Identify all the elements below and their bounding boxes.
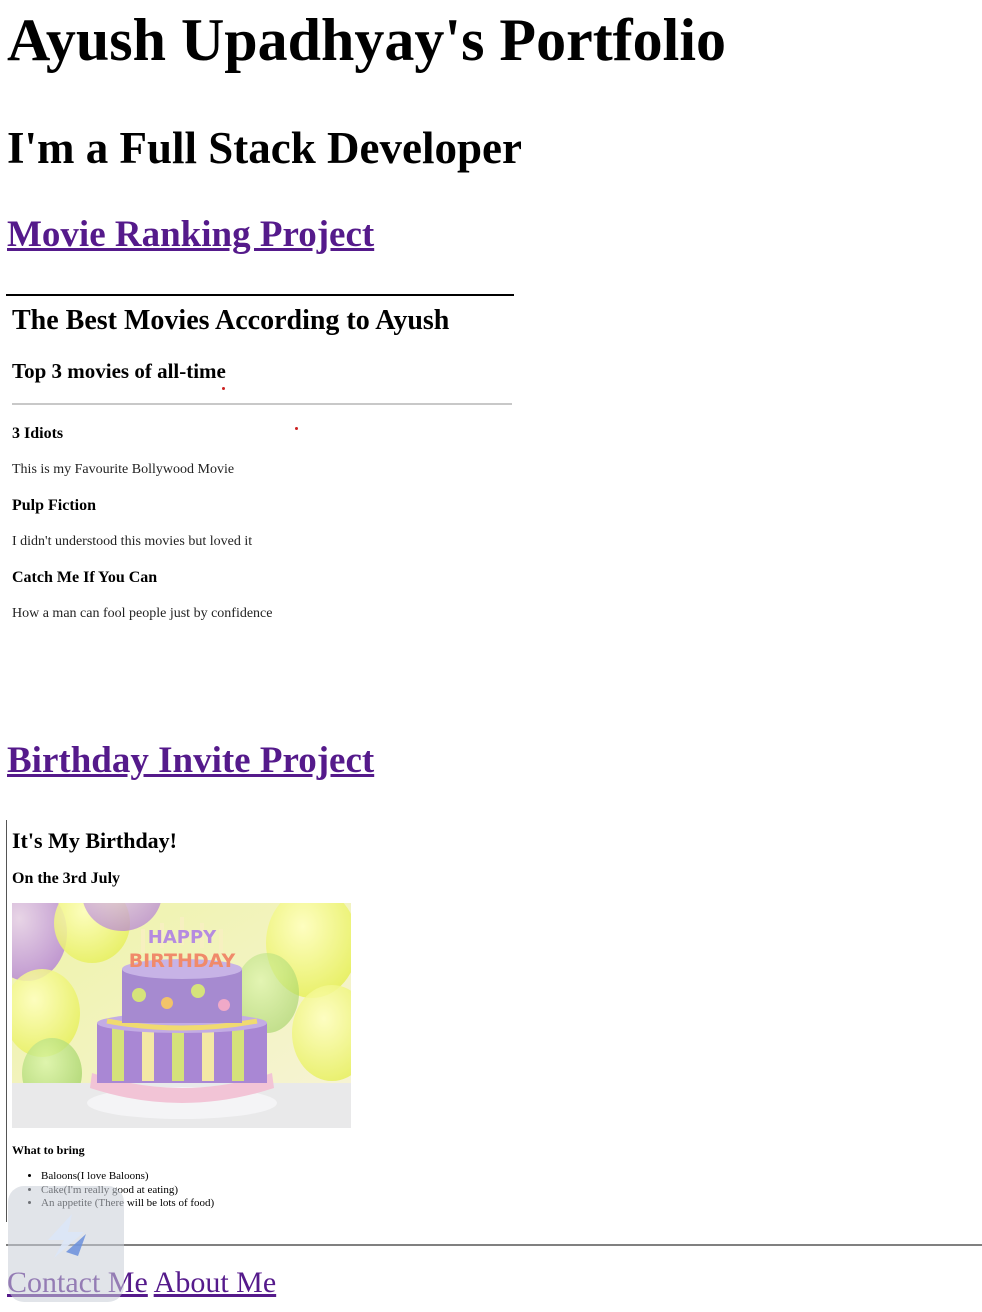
page-subtitle: I'm a Full Stack Developer (7, 123, 522, 173)
page-title: Ayush Upadhyay's Portfolio (7, 7, 727, 73)
cake-text-bottom: BIRTHDAY (129, 950, 236, 972)
list-item: Baloons(I love Baloons) (41, 1170, 214, 1184)
birthday-project-iframe[interactable]: It's My Birthday! On the 3rd July HAPPY … (6, 820, 407, 1222)
app-logo-icon[interactable] (8, 1186, 124, 1302)
movie-heading: The Best Movies According to Ayush (12, 305, 450, 336)
movie-description: This is my Favourite Bollywood Movie (12, 462, 235, 477)
what-to-bring-heading: What to bring (12, 1143, 85, 1157)
movie-divider (12, 403, 512, 405)
footer-divider (6, 1244, 982, 1246)
movie-subheading: Top 3 movies of all-time (12, 359, 226, 383)
movie-title: Pulp Fiction (12, 497, 97, 514)
birthday-cake-image: HAPPY BIRTHDAY (12, 903, 351, 1128)
movie-title: Catch Me If You Can (12, 569, 158, 586)
movie-description: How a man can fool people just by confid… (12, 606, 273, 621)
movie-project-link[interactable]: Movie Ranking Project (7, 214, 374, 256)
birthday-project-link[interactable]: Birthday Invite Project (7, 740, 374, 782)
movie-title: 3 Idiots (12, 425, 64, 442)
movie-description: I didn't understood this movies but love… (12, 534, 253, 549)
birthday-heading: It's My Birthday! (12, 828, 177, 853)
birthday-date: On the 3rd July (12, 870, 121, 887)
red-dot-marker (222, 387, 225, 390)
movie-project-iframe[interactable]: The Best Movies According to Ayush Top 3… (6, 294, 514, 704)
about-me-link[interactable]: About Me (154, 1266, 277, 1299)
cake-text-top: HAPPY (148, 927, 217, 948)
